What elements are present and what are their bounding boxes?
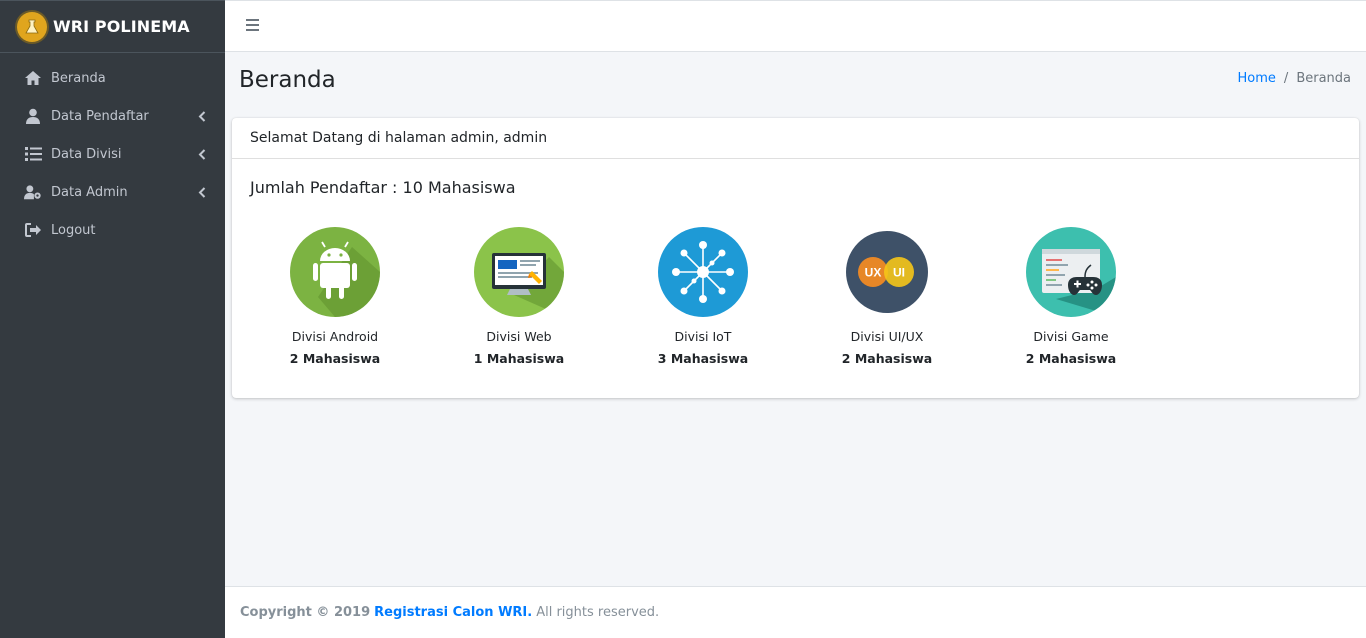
division-android: Divisi Android 2 Mahasiswa — [265, 227, 405, 366]
logout-icon — [24, 221, 42, 239]
user-icon — [24, 107, 42, 125]
footer: Copyright © 2019 Registrasi Calon WRI. A… — [225, 586, 1366, 638]
page-title: Beranda — [239, 67, 336, 93]
division-uiux: UX UI Divisi UI/UX 2 Mahasiswa — [817, 227, 957, 366]
division-count: 3 Mahasiswa — [657, 351, 749, 366]
android-icon — [290, 227, 380, 317]
breadcrumb: Home / Beranda — [1238, 71, 1351, 86]
division-iot: Divisi IoT 3 Mahasiswa — [633, 227, 773, 366]
home-icon — [24, 69, 42, 87]
footer-copyright: Copyright © 2019 — [240, 605, 371, 620]
sidebar-item-label: Beranda — [51, 70, 106, 86]
list-icon — [24, 145, 42, 163]
division-count: 1 Mahasiswa — [473, 351, 565, 366]
sidebar: WRI POLINEMA Beranda Data Pendaftar Data… — [0, 0, 225, 638]
chevron-left-icon — [197, 110, 207, 122]
sidebar-item-beranda[interactable]: Beranda — [0, 59, 225, 97]
division-name: Divisi Web — [486, 329, 552, 344]
division-name: Divisi Game — [1033, 329, 1109, 344]
ui-label: UI — [893, 266, 905, 280]
sidebar-item-label: Data Pendaftar — [51, 108, 149, 124]
chevron-left-icon — [197, 186, 207, 198]
brand-name: WRI POLINEMA — [53, 17, 190, 36]
sidebar-item-data-pendaftar[interactable]: Data Pendaftar — [0, 97, 225, 135]
sidebar-item-label: Data Admin — [51, 184, 128, 200]
division-web: Divisi Web 1 Mahasiswa — [449, 227, 589, 366]
division-count: 2 Mahasiswa — [1025, 351, 1117, 366]
division-count: 2 Mahasiswa — [289, 351, 381, 366]
game-controller-icon — [1026, 227, 1116, 317]
sidebar-nav: Beranda Data Pendaftar Data Divisi Data … — [0, 53, 225, 249]
dashboard-card: Selamat Datang di halaman admin, admin J… — [232, 118, 1359, 398]
chevron-left-icon — [197, 148, 207, 160]
footer-link[interactable]: Registrasi Calon WRI. — [374, 605, 532, 620]
breadcrumb-current: Beranda — [1296, 71, 1351, 86]
sidebar-item-label: Data Divisi — [51, 146, 122, 162]
breadcrumb-separator: / — [1283, 71, 1289, 86]
division-game: Divisi Game 2 Mahasiswa — [1001, 227, 1141, 366]
division-name: Divisi Android — [291, 329, 379, 344]
card-header: Selamat Datang di halaman admin, admin — [232, 118, 1359, 159]
brand-logo-icon — [17, 11, 47, 42]
sidebar-item-data-divisi[interactable]: Data Divisi — [0, 135, 225, 173]
registrant-count-title: Jumlah Pendaftar : 10 Mahasiswa — [250, 178, 516, 197]
uiux-icon: UX UI — [842, 227, 932, 317]
iot-network-icon — [658, 227, 748, 317]
menu-toggle-icon[interactable] — [246, 19, 259, 32]
top-navbar — [225, 0, 1366, 52]
sidebar-item-label: Logout — [51, 222, 96, 238]
footer-rights: All rights reserved. — [536, 605, 660, 620]
division-name: Divisi IoT — [674, 329, 732, 344]
sidebar-item-logout[interactable]: Logout — [0, 211, 225, 249]
ux-label: UX — [865, 266, 882, 280]
brand-link[interactable]: WRI POLINEMA — [0, 1, 225, 53]
breadcrumb-home-link[interactable]: Home — [1238, 71, 1276, 86]
sidebar-item-data-admin[interactable]: Data Admin — [0, 173, 225, 211]
web-monitor-icon — [474, 227, 564, 317]
division-name: Divisi UI/UX — [850, 329, 924, 344]
division-count: 2 Mahasiswa — [841, 351, 933, 366]
user-cog-icon — [24, 183, 42, 201]
